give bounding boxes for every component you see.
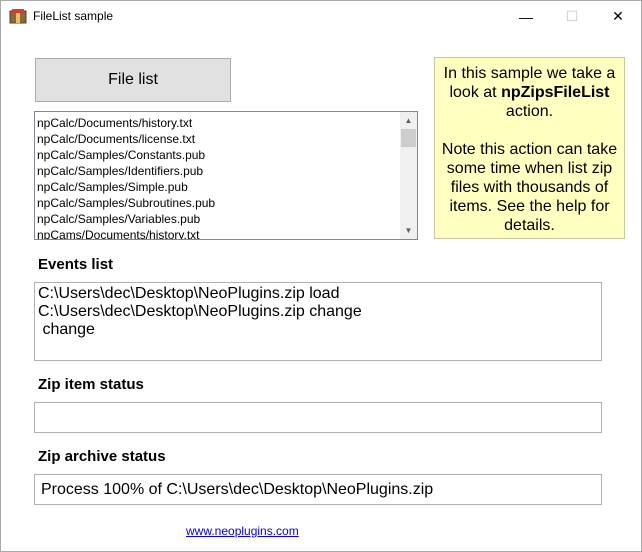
scroll-down-icon[interactable]: ▼ — [400, 222, 417, 239]
list-item[interactable]: npCalc/Samples/Simple.pub — [37, 179, 215, 195]
zip-archive-status-field[interactable]: Process 100% of C:\Users\dec\Desktop\Neo… — [34, 474, 602, 505]
title-bar[interactable]: FileList sample — ☐ ✕ — [1, 1, 641, 32]
note-line: items. See the help for — [449, 198, 610, 215]
events-label: Events list — [38, 256, 114, 273]
app-icon — [9, 8, 27, 24]
vertical-scrollbar[interactable]: ▲ ▼ — [400, 112, 417, 239]
list-item[interactable]: npCalc/Samples/Constants.pub — [37, 147, 215, 163]
note-text: look at — [449, 84, 502, 101]
maximize-button[interactable]: ☐ — [549, 1, 595, 32]
list-item[interactable]: npCalc/Documents/history.txt — [37, 115, 215, 131]
zip-archive-status-label: Zip archive status — [38, 448, 166, 465]
note-line: files with thousands of — [450, 179, 609, 196]
event-line: C:\Users\dec\Desktop\NeoPlugins.zip chan… — [38, 303, 362, 320]
note-line: details. — [504, 217, 555, 234]
list-item[interactable]: npCalc/Samples/Variables.pub — [37, 211, 215, 227]
window-title: FileList sample — [33, 9, 114, 23]
note-line: action. — [505, 103, 554, 120]
scroll-up-icon[interactable]: ▲ — [400, 112, 417, 129]
app-window: FileList sample — ☐ ✕ File list npCalc/D… — [0, 0, 642, 552]
note-line: Note this action can take — [441, 141, 618, 158]
close-button[interactable]: ✕ — [595, 1, 641, 32]
events-list[interactable]: C:\Users\dec\Desktop\NeoPlugins.zip load… — [34, 282, 602, 361]
note-line: look at npZipsFileList — [435, 83, 624, 102]
list-item[interactable]: npCalc/Documents/license.txt — [37, 131, 215, 147]
file-list-box[interactable]: npCalc/Documents/history.txt npCalc/Docu… — [34, 111, 418, 240]
info-note: In this sample we take a look at npZipsF… — [434, 57, 625, 239]
event-line: C:\Users\dec\Desktop\NeoPlugins.zip load — [38, 285, 340, 302]
minimize-button[interactable]: — — [503, 1, 549, 32]
action-name: npZipsFileList — [501, 84, 610, 101]
event-line: change — [38, 321, 95, 338]
list-item[interactable]: npCalc/Samples/Subroutines.pub — [37, 195, 215, 211]
scroll-thumb[interactable] — [401, 129, 416, 147]
website-link[interactable]: www.neoplugins.com — [186, 524, 299, 538]
note-spacer — [435, 121, 624, 140]
zip-item-status-field[interactable] — [34, 402, 602, 433]
list-item[interactable]: npCams/Documents/history.txt — [37, 227, 215, 239]
zip-item-status-label: Zip item status — [38, 376, 144, 393]
note-line: some time when list zip — [446, 160, 613, 177]
file-list-button[interactable]: File list — [35, 58, 231, 102]
note-line: In this sample we take a — [443, 65, 616, 82]
file-list: npCalc/Documents/history.txt npCalc/Docu… — [37, 115, 215, 239]
list-item[interactable]: npCalc/Samples/Identifiers.pub — [37, 163, 215, 179]
